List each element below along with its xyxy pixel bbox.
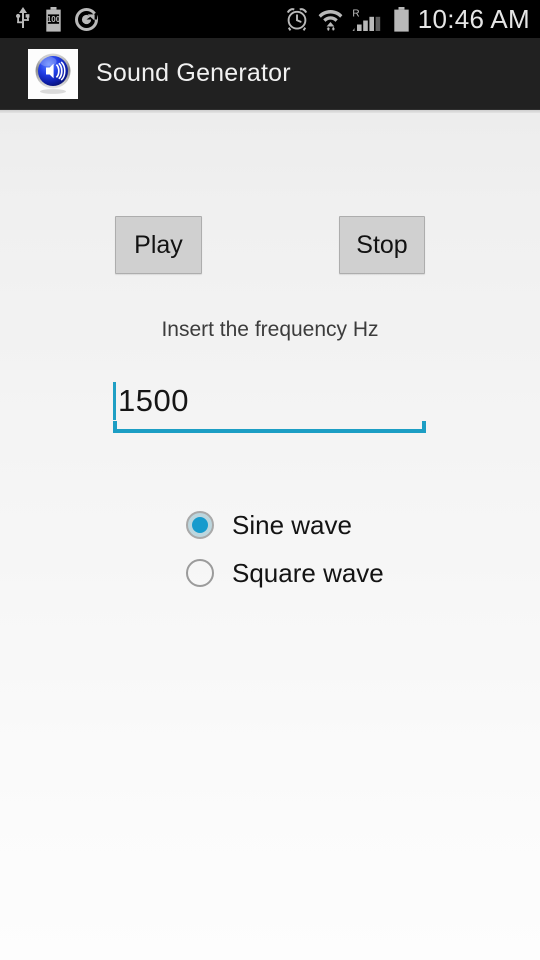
- wifi-icon: [318, 7, 343, 31]
- usb-icon: [14, 7, 32, 31]
- status-bar-clock: 10:46 AM: [417, 3, 530, 34]
- app-title: Sound Generator: [96, 59, 291, 87]
- frequency-label: Insert the frequency Hz: [161, 318, 379, 341]
- sync-circle-icon: [75, 7, 98, 31]
- waveform-radio-group: Sine wave Square wave: [186, 501, 486, 597]
- radio-selected-icon[interactable]: [186, 511, 214, 539]
- battery-percent-text: 100: [47, 15, 61, 24]
- frequency-input[interactable]: 1500: [113, 375, 426, 433]
- radio-square-wave[interactable]: Square wave: [186, 549, 486, 597]
- input-underline-tick-left: [113, 421, 117, 433]
- status-bar-left-icons: 100: [14, 6, 98, 32]
- phone-screen: 100 R 10:46 AM Sound Generator Play Stop…: [0, 0, 540, 960]
- radio-sine-wave-label: Sine wave: [232, 509, 352, 540]
- roaming-signal-icon: R: [352, 7, 384, 32]
- frequency-input-value: 1500: [118, 383, 189, 418]
- status-bar: 100 R 10:46 AM: [0, 0, 540, 38]
- frequency-input-text-wrap: 1500: [113, 375, 189, 427]
- speaker-sphere-icon: [28, 48, 78, 99]
- status-bar-right-icons: R: [285, 6, 410, 32]
- radio-unselected-icon[interactable]: [186, 559, 214, 587]
- input-underline-tick-right: [422, 421, 426, 433]
- battery-100-icon: 100: [45, 6, 62, 32]
- roaming-letter: R: [352, 8, 359, 19]
- stop-button[interactable]: Stop: [339, 216, 425, 274]
- action-bar: Sound Generator: [0, 38, 540, 110]
- play-button[interactable]: Play: [115, 216, 202, 274]
- main-content: Play Stop Insert the frequency Hz 1500 S…: [0, 113, 540, 960]
- battery-icon: [393, 6, 410, 32]
- text-cursor: [113, 382, 116, 420]
- transport-buttons: Play Stop: [115, 216, 425, 274]
- radio-square-wave-label: Square wave: [232, 557, 384, 588]
- radio-sine-wave[interactable]: Sine wave: [186, 501, 486, 549]
- input-underline-bar: [113, 429, 426, 433]
- alarm-clock-icon: [285, 7, 309, 31]
- input-underline: [113, 421, 426, 433]
